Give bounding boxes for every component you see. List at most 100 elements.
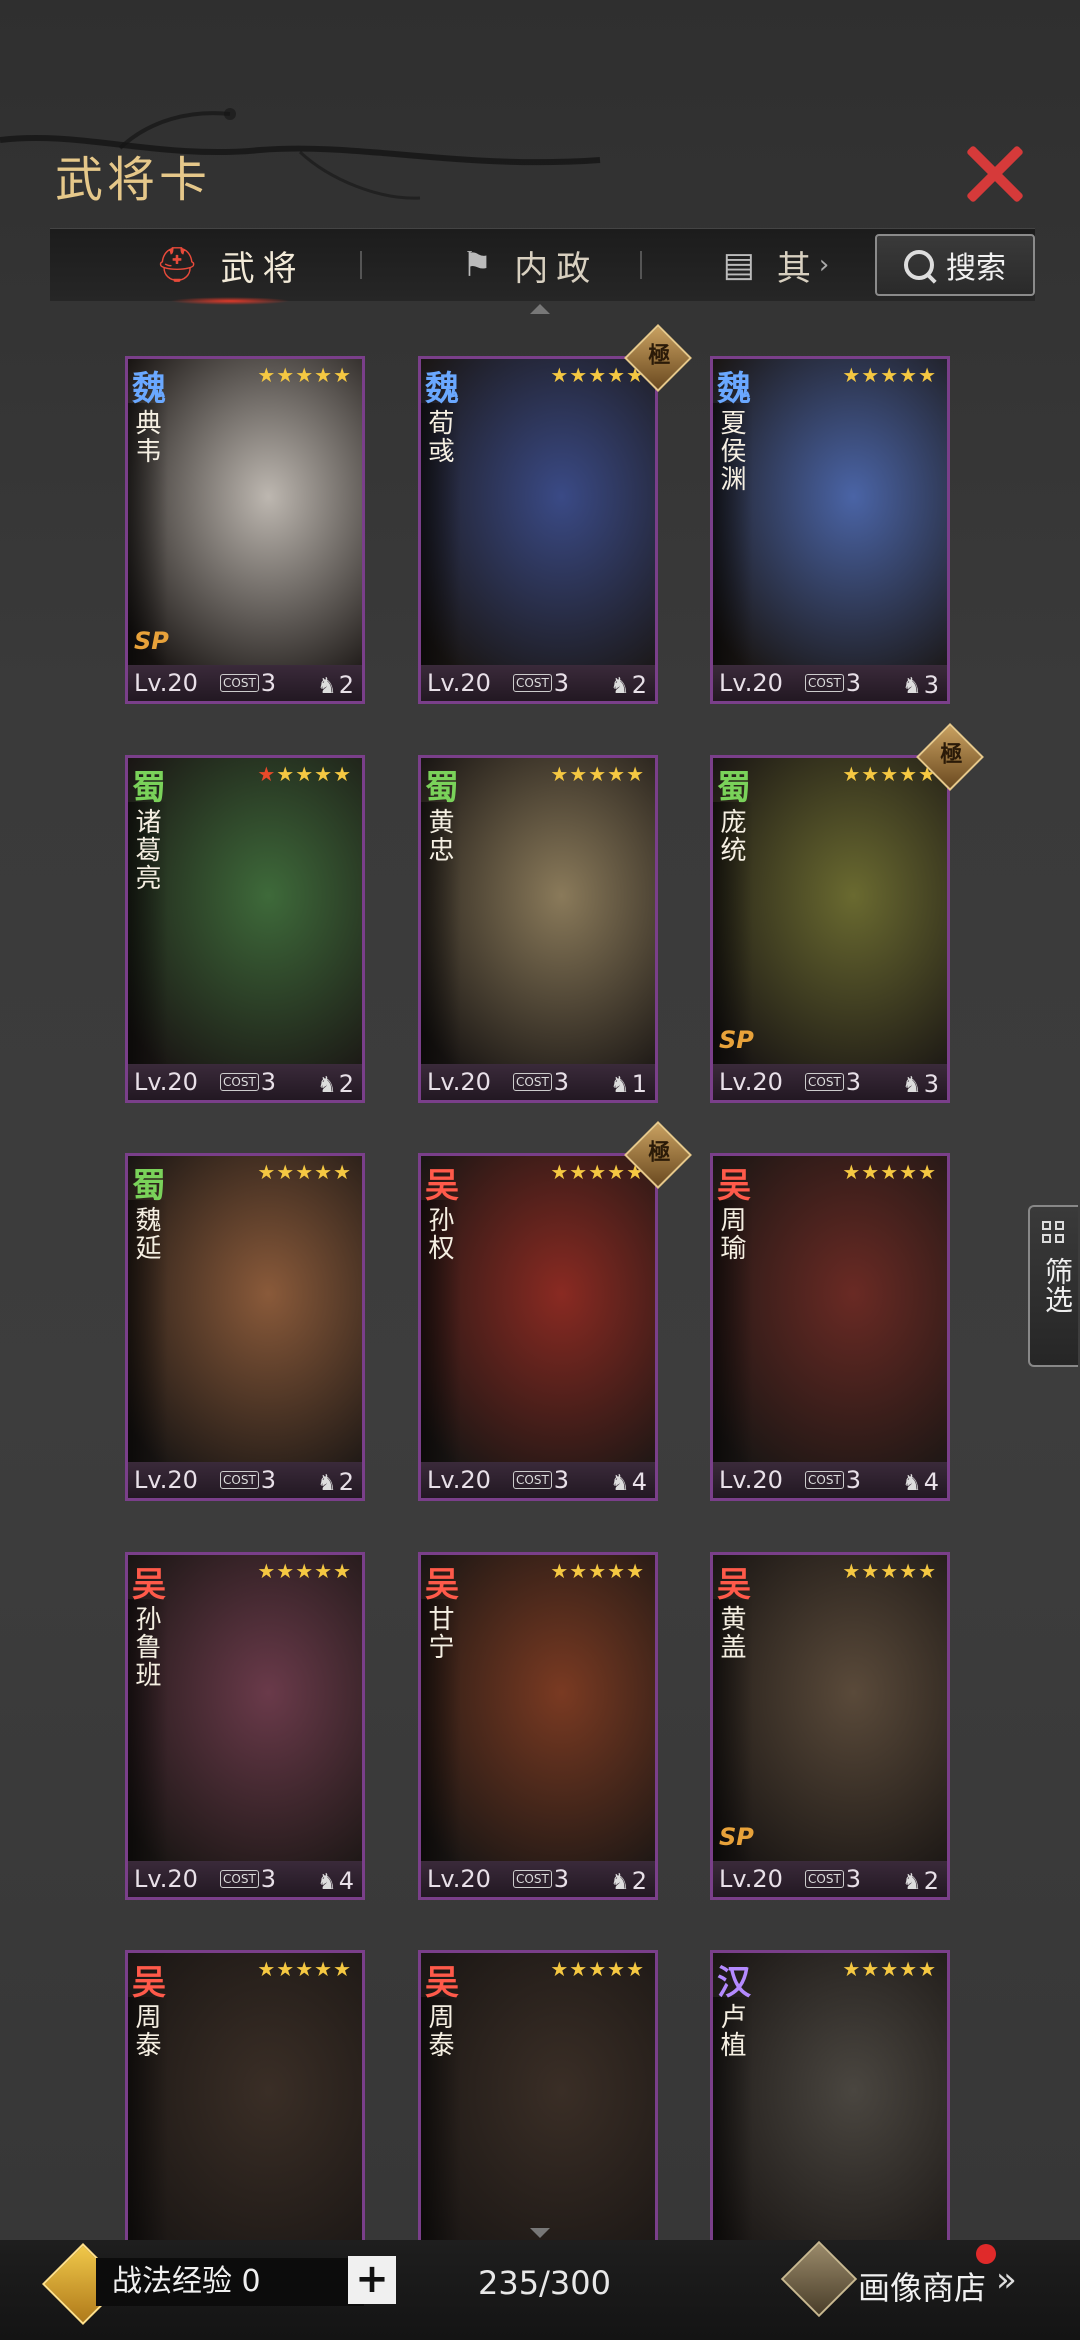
unit-type-icon: ♞ xyxy=(901,1870,922,1895)
kingdom-label: 魏 xyxy=(717,369,751,409)
cost-icon: COST xyxy=(513,1870,552,1888)
general-card[interactable]: 吴孙鲁班 ★★★★★ Lv.20 COST 3 ♞4 xyxy=(125,1552,365,1900)
star-icon: ★ xyxy=(842,762,862,786)
general-name: 周瑜 xyxy=(716,1206,746,1262)
general-card[interactable]: 吴周泰 ★★★★★ xyxy=(418,1950,658,2240)
general-card[interactable]: 吴黄盖 ★★★★★ SP Lv.20 COST 3 ♞2 xyxy=(710,1552,950,1900)
star-icon: ★ xyxy=(588,1559,608,1583)
general-name: 卢植 xyxy=(716,2003,746,2059)
star-rating: ★★★★★ xyxy=(842,762,937,786)
cost-value: COST 3 xyxy=(513,1068,601,1096)
star-icon: ★ xyxy=(314,1160,334,1184)
cost-icon: COST xyxy=(513,1471,552,1489)
star-icon: ★ xyxy=(607,1160,627,1184)
general-card[interactable]: 蜀黄忠 ★★★★★ Lv.20 COST 3 ♞1 xyxy=(418,755,658,1103)
general-card[interactable]: 吴周泰 ★★★★★ xyxy=(125,1950,365,2240)
elite-badge: 極 xyxy=(624,1121,692,1189)
star-icon: ★ xyxy=(880,762,900,786)
star-icon: ★ xyxy=(626,1957,645,1981)
star-icon: ★ xyxy=(314,1957,334,1981)
card-footer: Lv.20 COST 3 ♞4 xyxy=(421,1462,655,1498)
star-icon: ★ xyxy=(918,1160,937,1184)
unit-type-icon: ♞ xyxy=(609,1471,630,1496)
cost-value: COST 3 xyxy=(513,669,601,697)
star-icon: ★ xyxy=(295,1957,315,1981)
general-card[interactable]: 吴甘宁 ★★★★★ Lv.20 COST 3 ♞2 xyxy=(418,1552,658,1900)
unit-count: ♞1 xyxy=(609,1070,647,1098)
kingdom-label: 蜀 xyxy=(717,768,751,808)
star-icon: ★ xyxy=(880,1559,900,1583)
general-card[interactable]: 蜀庞统 ★★★★★ SP Lv.20 COST 3 ♞3 xyxy=(710,755,950,1103)
general-card[interactable]: 魏夏侯渊 ★★★★★ Lv.20 COST 3 ♞3 xyxy=(710,356,950,704)
cost-value: COST 3 xyxy=(805,1068,893,1096)
star-icon: ★ xyxy=(276,1559,296,1583)
star-icon: ★ xyxy=(918,1559,937,1583)
unit-type-icon: ♞ xyxy=(316,674,337,699)
kingdom-label: 吴 xyxy=(132,1565,166,1605)
level-label: Lv.20 xyxy=(719,1466,783,1494)
star-icon: ★ xyxy=(550,1559,570,1583)
kingdom-label: 魏 xyxy=(425,369,459,409)
general-name: 孙权 xyxy=(424,1206,454,1262)
general-name: 庞统 xyxy=(716,808,746,864)
card-footer: Lv.20 COST 3 ♞3 xyxy=(713,665,947,701)
portrait-shop-button[interactable]: 画像商店 xyxy=(858,2263,986,2309)
level-label: Lv.20 xyxy=(134,1068,198,1096)
cost-icon: COST xyxy=(805,674,844,692)
star-icon: ★ xyxy=(588,762,608,786)
star-rating: ★★★★★ xyxy=(842,1160,937,1184)
star-icon: ★ xyxy=(861,762,881,786)
level-label: Lv.20 xyxy=(427,1068,491,1096)
cost-icon: COST xyxy=(220,1471,259,1489)
star-icon: ★ xyxy=(861,1160,881,1184)
general-name: 魏延 xyxy=(131,1206,161,1262)
general-card[interactable]: 魏荀彧 ★★★★★ Lv.20 COST 3 ♞2 xyxy=(418,356,658,704)
star-icon: ★ xyxy=(626,762,645,786)
general-card[interactable]: 蜀诸葛亮 ★★★★★ Lv.20 COST 3 ♞2 xyxy=(125,755,365,1103)
general-card[interactable]: 蜀魏延 ★★★★★ Lv.20 COST 3 ♞2 xyxy=(125,1153,365,1501)
card-footer: Lv.20 COST 3 ♞2 xyxy=(128,1462,362,1498)
general-card[interactable]: 吴周瑜 ★★★★★ Lv.20 COST 3 ♞4 xyxy=(710,1153,950,1501)
card-footer: Lv.20 COST 3 ♞2 xyxy=(421,665,655,701)
star-icon: ★ xyxy=(842,1559,862,1583)
star-icon: ★ xyxy=(626,1559,645,1583)
star-icon: ★ xyxy=(569,1160,589,1184)
general-card[interactable]: 汉卢植 ★★★★★ xyxy=(710,1950,950,2240)
general-card[interactable]: 吴孙权 ★★★★★ Lv.20 COST 3 ♞4 xyxy=(418,1153,658,1501)
star-rating: ★★★★★ xyxy=(257,363,352,387)
card-footer: Lv.20 COST 3 ♞2 xyxy=(713,1861,947,1897)
filter-button[interactable]: 筛选 xyxy=(1028,1205,1078,1367)
star-icon: ★ xyxy=(276,1957,296,1981)
general-card[interactable]: 魏典韦 ★★★★★ SP Lv.20 COST 3 ♞2 xyxy=(125,356,365,704)
cost-icon: COST xyxy=(513,1073,552,1091)
star-icon: ★ xyxy=(842,363,862,387)
unit-count: ♞2 xyxy=(609,1867,647,1895)
star-rating: ★★★★★ xyxy=(550,1957,645,1981)
cost-icon: COST xyxy=(220,1073,259,1091)
cost-icon: COST xyxy=(220,1870,259,1888)
star-rating: ★★★★★ xyxy=(550,1160,645,1184)
cost-icon: COST xyxy=(805,1870,844,1888)
unit-count: ♞2 xyxy=(316,671,354,699)
star-icon: ★ xyxy=(899,363,919,387)
star-icon: ★ xyxy=(880,1957,900,1981)
star-icon: ★ xyxy=(550,762,570,786)
kingdom-label: 吴 xyxy=(425,1565,459,1605)
unit-count: ♞3 xyxy=(901,1070,939,1098)
sp-badge: SP xyxy=(134,627,169,655)
star-icon: ★ xyxy=(295,762,315,786)
card-footer: Lv.20 COST 3 ♞2 xyxy=(421,1861,655,1897)
card-footer: Lv.20 COST 3 ♞4 xyxy=(128,1861,362,1897)
unit-type-icon: ♞ xyxy=(316,1870,337,1895)
cost-value: COST 3 xyxy=(220,1865,308,1893)
card-footer: Lv.20 COST 3 ♞4 xyxy=(713,1462,947,1498)
general-name: 诸葛亮 xyxy=(131,808,161,892)
star-rating: ★★★★★ xyxy=(257,762,352,786)
shop-more-icon[interactable]: » xyxy=(996,2260,1017,2300)
add-exp-button[interactable]: + xyxy=(348,2256,396,2304)
unit-count: ♞4 xyxy=(316,1867,354,1895)
star-rating: ★★★★★ xyxy=(842,363,937,387)
star-icon: ★ xyxy=(569,1559,589,1583)
star-icon: ★ xyxy=(607,363,627,387)
star-icon: ★ xyxy=(880,363,900,387)
